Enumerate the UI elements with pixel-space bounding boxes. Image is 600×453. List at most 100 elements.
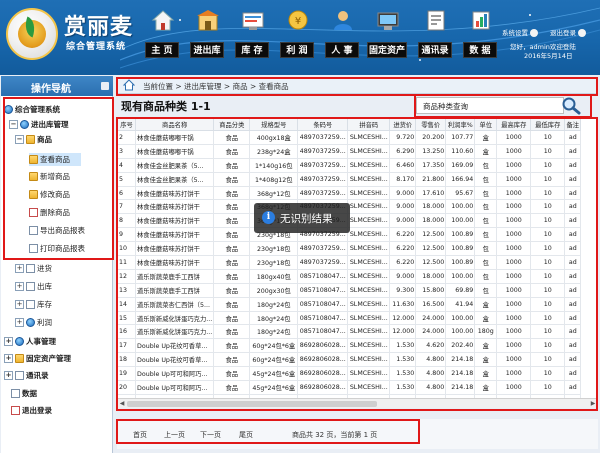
- column-header[interactable]: 单位: [474, 118, 498, 131]
- tree-purchase[interactable]: + 进货: [15, 262, 52, 275]
- table-cell: 1000: [496, 352, 532, 368]
- nav-assets[interactable]: 固定资产: [367, 7, 407, 65]
- tree-logout[interactable]: 退出登录: [11, 404, 52, 417]
- table-cell: 1000: [496, 185, 532, 201]
- table-row[interactable]: 3 林食佳蘑菇嘟嘟干锅 食品 238g*24盒 4897037259... SLMCESH…: [117, 143, 582, 159]
- expand-icon[interactable]: +: [15, 263, 24, 273]
- table-cell: 1000: [496, 296, 532, 312]
- expand-icon[interactable]: +: [15, 281, 24, 291]
- home-icon[interactable]: [123, 79, 135, 91]
- last-page-link[interactable]: 尾页: [239, 430, 253, 440]
- expand-icon[interactable]: +: [15, 299, 24, 309]
- tree-goods-label: 商品: [37, 135, 52, 144]
- collapse-icon[interactable]: −: [9, 119, 18, 129]
- collapse-icon[interactable]: −: [15, 134, 24, 144]
- tree-profit[interactable]: + 利润: [15, 316, 52, 329]
- tree-goods[interactable]: − 商品: [15, 133, 52, 146]
- column-header[interactable]: 备注: [564, 118, 582, 131]
- table-row[interactable]: 2 林食佳蘑菇嘟嘟干锅 食品 400gx18盒 4897037259... SLMCESH…: [117, 130, 582, 145]
- table-cell: 95.67: [445, 185, 476, 201]
- tree-export-goods[interactable]: 导出商品报表: [29, 224, 85, 237]
- table-cell: SLMCESHI...: [347, 268, 391, 284]
- search-icon[interactable]: [561, 96, 581, 115]
- table-row[interactable]: 13 道乐斯蔬菜鹿手工西饼 食品 200gx30包 0857108047... SLMCE…: [117, 282, 582, 298]
- table-cell: 食品: [213, 157, 251, 173]
- brand-subtitle: 综合管理系统: [66, 42, 127, 52]
- table-row[interactable]: 6 林食佳蘑菇味苏打饼干 食品 368g*12包 4897037259... SLMCES…: [117, 185, 582, 201]
- column-header[interactable]: 进货价: [389, 118, 417, 131]
- table-cell: 1000: [496, 338, 532, 354]
- tree-inout[interactable]: − 进出库管理: [9, 118, 69, 131]
- table-row[interactable]: 4 林食佳金丝肥果茶（5... 食品 1*140g16包 4897037259... SL…: [117, 157, 582, 173]
- prev-page-link[interactable]: 上一页: [164, 430, 185, 440]
- nav-inout[interactable]: 进出库: [190, 7, 224, 65]
- logout-top-button[interactable]: 退出登录: [550, 28, 586, 38]
- column-header[interactable]: 零售价: [415, 118, 447, 131]
- first-page-link[interactable]: 首页: [133, 430, 147, 440]
- home-icon: [151, 10, 175, 31]
- nav-data[interactable]: 数 据: [463, 7, 497, 65]
- table-cell: 214.18: [445, 352, 476, 368]
- table-row[interactable]: 15 道乐斯新威化饼蛋巧克力... 食品 180g*24包 0857108047... S…: [117, 310, 582, 326]
- next-page-link[interactable]: 下一页: [200, 430, 221, 440]
- table-row[interactable]: 14 道乐斯蔬菜杏仁西饼（5... 食品 180g*24包 0857108047... S…: [117, 296, 582, 312]
- column-header[interactable]: 最高库存: [496, 118, 532, 131]
- column-header[interactable]: 利润率%: [445, 118, 476, 131]
- column-header[interactable]: 条码号: [297, 118, 349, 131]
- scroll-right-icon[interactable]: ▶: [589, 400, 597, 408]
- expand-icon[interactable]: +: [15, 317, 24, 327]
- table-row[interactable]: 19 Double Up可可和阿巧... 食品 45g*24包*6盒 869280602…: [117, 366, 582, 382]
- nav-home[interactable]: 主 页: [145, 7, 179, 65]
- search-label: 商品种类查询: [423, 102, 468, 111]
- tree-add-goods[interactable]: 新增商品: [29, 170, 70, 183]
- system-settings-button[interactable]: 系统设置: [502, 28, 538, 38]
- table-header-row: 序号 商品名称 商品分类 规格型号 条码号 拼音码 进货价 零售价 利润率% 单位 最高库存 最低库存…: [117, 118, 582, 131]
- column-header[interactable]: 序号: [117, 118, 136, 131]
- collapse-sidebar-icon[interactable]: [101, 82, 109, 90]
- expand-icon[interactable]: +: [4, 336, 13, 346]
- table-cell: 林食佳蘑菇味苏打饼干: [134, 241, 215, 257]
- table-row[interactable]: 16 道乐斯新威化饼蛋巧克力... 食品 180g*24包 0857108047... S…: [117, 324, 582, 340]
- table-cell: 食品: [213, 296, 251, 312]
- tree-print-goods[interactable]: 打印商品报表: [29, 242, 85, 255]
- tree-root[interactable]: 综合管理系统: [4, 103, 60, 116]
- tree-edit-goods[interactable]: 修改商品: [29, 188, 70, 201]
- tree-stock[interactable]: + 库存: [15, 298, 52, 311]
- tree-contacts[interactable]: + 通讯录: [4, 369, 49, 382]
- expand-icon[interactable]: +: [4, 353, 13, 363]
- column-header[interactable]: 拼音码: [347, 118, 391, 131]
- tree-personnel[interactable]: + 人事管理: [4, 335, 56, 348]
- expand-icon[interactable]: +: [4, 370, 13, 380]
- tree-assets[interactable]: + 固定资产管理: [4, 352, 71, 365]
- nav-profit[interactable]: ¥ 利 润: [280, 7, 314, 65]
- table-row[interactable]: 11 林食佳蘑菇味苏打饼干 食品 230g*18包 4897037259... SLMCE…: [117, 255, 582, 270]
- search-input[interactable]: [483, 99, 561, 112]
- table-row[interactable]: 18 Double Up花纹可香草... 食品 60g*24包*6盒 869280602…: [117, 352, 582, 368]
- column-header[interactable]: 规格型号: [249, 118, 299, 131]
- table-row[interactable]: 17 Double Up花纹可香草... 食品 60g*24包*6盒 869280602…: [117, 338, 582, 354]
- table-row[interactable]: 10 林食佳蘑菇味苏打饼干 食品 230g*18包 4897037259... SLMCE…: [117, 241, 582, 257]
- horizontal-scrollbar[interactable]: ◀ ▶: [117, 398, 598, 408]
- nav-contacts[interactable]: 通讯录: [418, 7, 452, 65]
- table-row[interactable]: 12 道乐斯蔬菜鹿手工西饼 食品 180gx40包 0857108047... SLMCE…: [117, 268, 582, 284]
- scrollbar-thumb[interactable]: [127, 401, 377, 407]
- nav-inventory[interactable]: 库 存: [235, 7, 269, 65]
- table-cell: 0857108047...: [297, 324, 349, 340]
- table-cell: 1000: [496, 143, 532, 159]
- table-cell: 180gx40包: [249, 268, 299, 284]
- nav-personnel[interactable]: 人 事: [325, 7, 359, 65]
- tree-view-goods[interactable]: 查看商品: [29, 153, 81, 166]
- tree-delete-goods[interactable]: 删除商品: [29, 206, 70, 219]
- table-cell: 6: [117, 185, 136, 201]
- table-cell: ad: [564, 227, 582, 243]
- scroll-left-icon[interactable]: ◀: [118, 400, 126, 408]
- column-header[interactable]: 商品名称: [134, 118, 215, 131]
- column-header[interactable]: 商品分类: [213, 118, 251, 131]
- column-header[interactable]: 最低库存: [530, 118, 566, 131]
- tree-data[interactable]: 数据: [11, 387, 37, 400]
- table-row[interactable]: 5 林食佳金丝肥果茶（5... 食品 1*408g12包 4897037259... SL…: [117, 171, 582, 187]
- table-row[interactable]: 20 Double Up可可和阿巧... 食品 45g*24包*6盒 869280602…: [117, 380, 582, 395]
- table-cell: 202.40: [445, 338, 476, 354]
- tree-outbound[interactable]: + 出库: [15, 280, 52, 293]
- table-cell: 1000: [496, 171, 532, 187]
